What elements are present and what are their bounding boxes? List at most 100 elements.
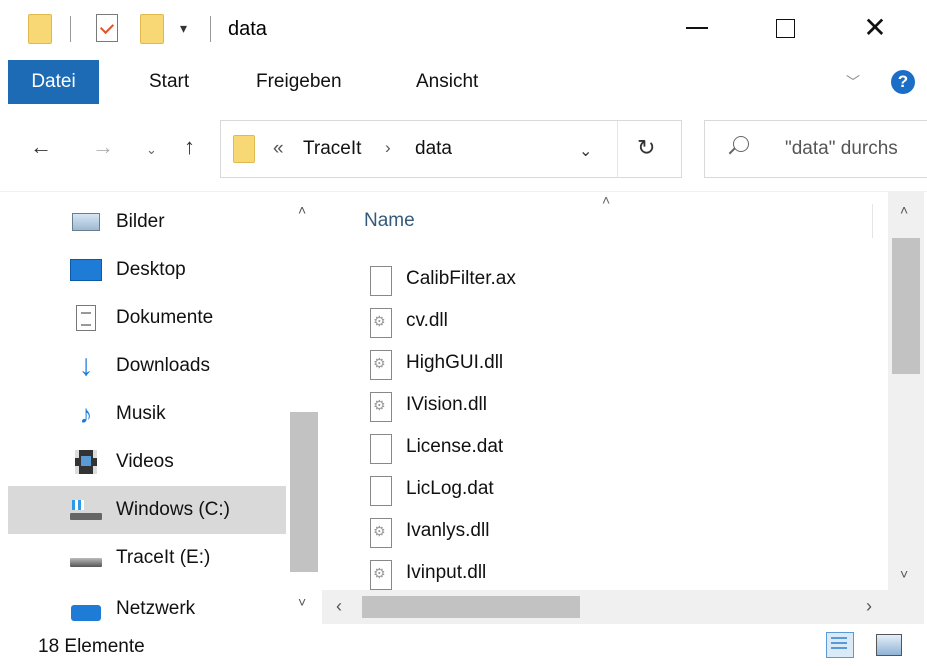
search-placeholder[interactable]: "data" durchs — [785, 138, 898, 160]
file-row[interactable]: IVision.dll — [366, 388, 866, 428]
nav-item-label: TraceIt (E:) — [116, 547, 211, 568]
windows-drive-icon — [70, 500, 102, 520]
file-name: IVision.dll — [406, 394, 487, 415]
tab-ansicht[interactable]: Ansicht — [416, 60, 478, 104]
scroll-left-icon[interactable]: ‹ — [336, 596, 342, 617]
file-list-pane: ˄ Name CalibFilter.ax cv.dll HighGUI.dll… — [322, 192, 927, 624]
breadcrumb-chevron-icon[interactable]: › — [385, 138, 391, 158]
column-header-name[interactable]: Name — [364, 210, 415, 232]
nav-item-videos[interactable]: Videos — [8, 438, 286, 486]
nav-item-label: Downloads — [116, 355, 210, 376]
drive-icon — [70, 557, 102, 567]
nav-item-windows-c[interactable]: Windows (C:) — [8, 486, 286, 534]
nav-item-label: Videos — [116, 451, 174, 472]
nav-item-label: Musik — [116, 403, 166, 424]
file-row[interactable]: cv.dll — [366, 304, 866, 344]
nav-item-label: Bilder — [116, 211, 165, 232]
file-row[interactable]: Ivanlys.dll — [366, 514, 866, 554]
dll-file-icon — [370, 308, 392, 338]
file-icon — [370, 266, 392, 296]
properties-icon[interactable] — [96, 14, 118, 42]
nav-scrollbar-thumb[interactable] — [290, 412, 318, 572]
maximize-button[interactable] — [762, 8, 808, 48]
file-icon — [370, 434, 392, 464]
scrollbar-corner — [888, 590, 924, 624]
nav-item-downloads[interactable]: ↓ Downloads — [8, 342, 286, 390]
videos-icon — [75, 450, 97, 474]
address-bar[interactable]: « TraceIt › data ⌄ ↻ — [220, 120, 682, 178]
scroll-down-icon[interactable]: ˅ — [298, 594, 306, 610]
pictures-icon — [72, 213, 100, 231]
title-bar: ▾ data ✕ — [0, 0, 927, 60]
documents-icon — [76, 305, 96, 331]
file-row[interactable]: CalibFilter.ax — [366, 262, 866, 302]
tab-start[interactable]: Start — [149, 60, 189, 104]
navigation-pane: Bilder Desktop Dokumente ↓ Downloads ♪ M… — [0, 192, 322, 624]
details-view-button[interactable] — [826, 632, 854, 658]
nav-item-traceit-e[interactable]: TraceIt (E:) — [8, 534, 286, 582]
divider — [617, 121, 618, 177]
address-dropdown-icon[interactable]: ⌄ — [579, 141, 592, 161]
file-name: CalibFilter.ax — [406, 268, 516, 289]
scroll-down-icon[interactable]: ˅ — [900, 566, 908, 582]
maximize-icon — [775, 18, 795, 38]
customize-toolbar-dropdown-icon[interactable]: ▾ — [180, 20, 187, 37]
up-button[interactable]: ↑ — [184, 134, 195, 160]
large-icons-view-button[interactable] — [876, 634, 902, 656]
horizontal-scrollbar-thumb[interactable] — [362, 596, 580, 618]
status-bar: 18 Elemente — [0, 624, 927, 666]
nav-item-label: Windows (C:) — [116, 499, 231, 520]
help-icon[interactable]: ? — [891, 70, 915, 94]
tab-datei[interactable]: Datei — [8, 60, 99, 104]
file-row[interactable]: HighGUI.dll — [366, 346, 866, 386]
search-icon — [733, 136, 749, 152]
nav-item-bilder[interactable]: Bilder — [8, 198, 286, 246]
address-overflow-icon[interactable]: « — [273, 138, 284, 160]
item-count: 18 Elemente — [38, 636, 145, 657]
breadcrumb-traceit[interactable]: TraceIt — [303, 138, 361, 160]
nav-item-musik[interactable]: ♪ Musik — [8, 390, 286, 438]
scroll-up-icon[interactable]: ˄ — [298, 202, 306, 218]
close-icon: ✕ — [863, 12, 887, 43]
file-name: Ivinput.dll — [406, 562, 487, 583]
expand-ribbon-icon[interactable]: ﹀ — [846, 72, 860, 92]
file-name: LicLog.dat — [406, 478, 494, 499]
network-icon — [71, 605, 101, 621]
back-button[interactable]: ← — [30, 134, 52, 160]
navigation-bar: ← → ⌄ ↑ « TraceIt › data ⌄ ↻ "data" durc… — [0, 104, 927, 192]
nav-item-netzwerk[interactable]: Netzwerk — [8, 588, 286, 624]
separator — [70, 16, 71, 42]
file-name: License.dat — [406, 436, 504, 457]
file-name: cv.dll — [406, 310, 448, 331]
tab-freigeben[interactable]: Freigeben — [256, 60, 342, 104]
folder-icon — [233, 135, 255, 163]
close-button[interactable]: ✕ — [852, 8, 898, 48]
search-box[interactable]: "data" durchs — [704, 120, 927, 178]
column-divider[interactable] — [872, 204, 873, 238]
dll-file-icon — [370, 518, 392, 548]
file-row[interactable]: LicLog.dat — [366, 472, 866, 512]
file-name: Ivanlys.dll — [406, 520, 490, 541]
downloads-icon: ↓ — [78, 349, 94, 382]
forward-button[interactable]: → — [92, 134, 114, 160]
nav-item-desktop[interactable]: Desktop — [8, 246, 286, 294]
minimize-button[interactable] — [674, 8, 720, 48]
refresh-icon[interactable]: ↻ — [637, 135, 655, 161]
sort-ascending-icon: ˄ — [602, 192, 611, 208]
vertical-scrollbar-thumb[interactable] — [892, 238, 920, 374]
nav-item-dokumente[interactable]: Dokumente — [8, 294, 286, 342]
file-row[interactable]: License.dat — [366, 430, 866, 470]
ribbon-tabs: Datei Start Freigeben Ansicht ﹀ ? — [0, 60, 927, 104]
folder-icon — [28, 14, 52, 44]
file-icon — [370, 476, 392, 506]
separator — [210, 16, 211, 42]
desktop-icon — [70, 259, 102, 281]
new-folder-icon[interactable] — [140, 14, 164, 44]
minimize-icon — [686, 27, 708, 29]
scroll-up-icon[interactable]: ˄ — [900, 202, 908, 218]
breadcrumb-data[interactable]: data — [415, 138, 452, 160]
dll-file-icon — [370, 560, 392, 590]
scroll-right-icon[interactable]: › — [866, 596, 872, 617]
recent-locations-button[interactable]: ⌄ — [146, 142, 157, 158]
nav-item-label: Desktop — [116, 259, 186, 280]
